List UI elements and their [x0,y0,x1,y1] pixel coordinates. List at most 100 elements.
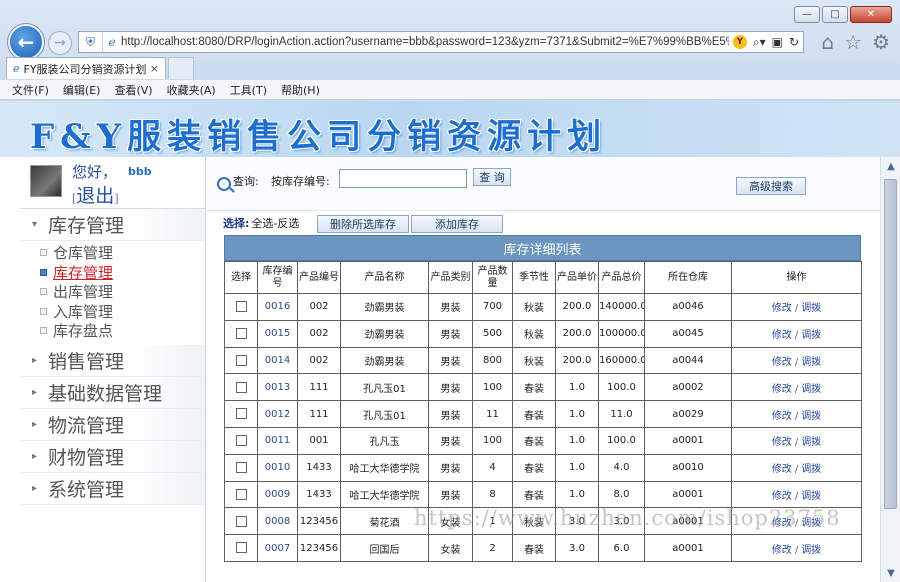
scroll-thumb[interactable] [884,179,897,509]
search-dropdown-icon[interactable]: ⌕▾ [753,35,766,50]
menu-view[interactable]: 查看(V) [114,82,152,98]
edit-link[interactable]: 修改 [772,357,792,368]
transfer-link[interactable]: 调拨 [801,330,821,341]
scroll-down-icon[interactable]: ▼ [881,564,900,582]
action-separator: / [794,383,799,395]
menu-favorites[interactable]: 收藏夹(A) [167,82,216,98]
row-checkbox[interactable] [235,542,247,554]
menu-file[interactable]: 文件(F) [12,82,49,98]
transfer-link[interactable]: 调拨 [801,491,821,502]
table-row: 0012 111 孔凡玉01 男装 11 春装 1.0 11.0 a0029 修改 / 调拨 [224,400,862,428]
edit-link[interactable]: 修改 [772,384,792,395]
row-select-cell [224,293,258,321]
sidebar-section-sales[interactable]: ▸ 销售管理 [20,344,205,377]
row-actions: 修改 / 调拨 [731,426,862,455]
edit-link[interactable]: 修改 [772,411,792,422]
table-cell: 0014 [257,346,298,375]
edit-link[interactable]: 修改 [772,303,792,314]
menu-edit[interactable]: 编辑(E) [63,82,101,98]
inventory-code-input[interactable] [339,169,467,188]
expanded-arrow-icon: ▾ [32,219,38,230]
transfer-link[interactable]: 调拨 [801,384,821,395]
row-checkbox[interactable] [235,435,247,447]
favorites-star-icon[interactable]: ☆ [844,30,862,54]
sidebar-section-finance[interactable]: ▸ 财物管理 [20,440,205,473]
advanced-search-button[interactable]: 高级搜索 [736,177,806,195]
transfer-link[interactable]: 调拨 [801,545,821,556]
page-scrollbar[interactable]: ▲ ▼ [880,157,900,582]
row-checkbox[interactable] [235,461,247,473]
forward-button[interactable]: → [48,31,72,55]
back-button[interactable]: ← [8,24,44,60]
table-cell: a0046 [644,293,732,321]
compat-shield-icon[interactable]: ⛨ [79,32,103,52]
query-button[interactable]: 查 询 [473,168,511,186]
table-cell: 男装 [428,293,473,321]
select-all-invert-link[interactable]: 全选-反选 [251,215,299,231]
maximize-button[interactable]: □ [822,6,848,23]
sidebar-item-inventory[interactable]: 库存管理 [40,263,205,283]
add-inventory-button[interactable]: 添加库存 [411,215,503,233]
table-cell: 男装 [428,426,473,455]
logout-link[interactable]: [退出] [72,181,119,208]
sidebar-item-label: 入库管理 [53,302,114,321]
row-checkbox[interactable] [235,408,247,420]
sidebar-item-stocktake[interactable]: 库存盘点 [40,321,205,341]
scroll-up-icon[interactable]: ▲ [881,157,900,175]
row-checkbox[interactable] [235,327,247,339]
table-row: 0011 001 孔凡玉 男装 100 春装 1.0 100.0 a0001 修改 / 调拨 [224,426,862,455]
logout-label[interactable]: 退出 [76,185,114,207]
table-cell: 11 [472,400,513,428]
browser-tab[interactable]: ℯ FY服装公司分销资源计划(... × [6,57,166,79]
bullet-icon [40,307,47,315]
sidebar-section-system[interactable]: ▸ 系统管理 [20,472,205,505]
sidebar-item-outbound[interactable]: 出库管理 [40,282,205,302]
bullet-icon [40,268,47,276]
transfer-link[interactable]: 调拨 [801,411,821,422]
sidebar-section-basic-data[interactable]: ▸ 基础数据管理 [20,376,205,409]
transfer-link[interactable]: 调拨 [801,303,821,314]
row-checkbox[interactable] [235,381,247,393]
transfer-link[interactable]: 调拨 [801,437,821,448]
new-tab-button[interactable] [168,57,194,79]
row-checkbox[interactable] [235,301,247,313]
edit-link[interactable]: 修改 [772,330,792,341]
row-checkbox[interactable] [235,354,247,366]
window-controls: — □ ✕ [794,6,892,23]
edit-link[interactable]: 修改 [772,491,792,502]
sidebar-section-inventory[interactable]: ▾ 库存管理 [20,209,205,241]
edit-link[interactable]: 修改 [772,464,792,475]
delete-selected-button[interactable]: 删除所选库存 [317,215,409,233]
sidebar-item-warehouse[interactable]: 仓库管理 [40,243,205,263]
settings-gear-icon[interactable]: ⚙ [872,30,890,54]
minimize-button[interactable]: — [794,6,820,23]
transfer-link[interactable]: 调拨 [801,464,821,475]
edit-link[interactable]: 修改 [772,437,792,448]
row-select-cell [224,400,258,428]
row-checkbox[interactable] [235,515,247,527]
menu-help[interactable]: 帮助(H) [281,82,320,98]
tab-close-icon[interactable]: × [150,62,159,75]
edit-link[interactable]: 修改 [772,545,792,556]
username: bbb [128,165,152,178]
close-window-button[interactable]: ✕ [850,6,892,23]
table-cell: 0009 [257,480,298,509]
table-cell: 100000.0 [598,319,645,348]
row-actions: 修改 / 调拨 [731,293,862,321]
address-bar[interactable]: ⛨ ℯ http://localhost:8080/DRP/loginActio… [78,31,804,53]
sidebar-item-inbound[interactable]: 入库管理 [40,302,205,322]
menu-tools[interactable]: 工具(T) [230,82,267,98]
transfer-link[interactable]: 调拨 [801,357,821,368]
sidebar-section-label: 库存管理 [48,215,125,237]
row-checkbox[interactable] [235,488,247,500]
url-text[interactable]: http://localhost:8080/DRP/loginAction.ac… [121,36,729,48]
sidebar-item-label: 库存管理 [53,263,114,282]
action-separator: / [794,303,799,315]
addon-icon[interactable]: Y [732,35,747,49]
sidebar-section-logistics[interactable]: ▸ 物流管理 [20,408,205,441]
back-arrow-icon: ← [17,30,35,54]
home-icon[interactable]: ⌂ [821,30,834,54]
rss-icon[interactable]: ▣ [772,35,783,49]
table-cell: 春装 [512,373,556,402]
refresh-icon[interactable]: ↻ [789,35,799,49]
